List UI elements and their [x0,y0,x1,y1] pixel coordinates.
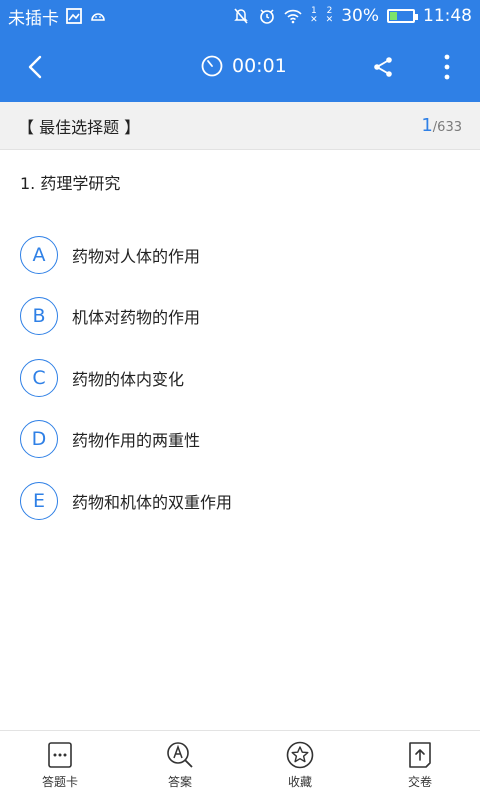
current-question-number: 1 [421,115,433,136]
question-counter: 1/633 [421,115,462,136]
sim1-signal-icon: 1 ✕ [310,6,318,25]
share-icon [374,57,392,77]
option-c[interactable]: C 药物的体内变化 [20,347,460,409]
share-button[interactable] [368,52,398,82]
carrier-text: 未插卡 [8,8,59,29]
answer-sheet-label: 答题卡 [41,775,78,789]
more-button[interactable] [434,52,460,82]
battery-percent: 30% [341,6,379,26]
question-text: 1. 药理学研究 [20,174,121,193]
alarm-icon [258,7,276,25]
star-icon [286,741,314,769]
option-d[interactable]: D 药物作用的两重性 [20,409,460,471]
option-a[interactable]: A 药物对人体的作用 [20,224,460,286]
option-letter: B [20,297,58,336]
timer-icon [201,55,223,77]
option-e[interactable]: E 药物和机体的双重作用 [20,470,460,532]
answer-sheet-icon [48,742,72,768]
section-title: 【 最佳选择题 】 [18,117,141,137]
option-letter: D [20,420,58,459]
status-bar: 未插卡 1 ✕ 2 ✕ 30% 11:48 [0,0,480,32]
back-icon [28,55,42,79]
battery-icon [387,9,418,23]
android-icon [89,7,107,25]
timer-text: 00:01 [232,55,287,77]
submit-label: 交卷 [407,775,432,789]
total-questions: /633 [432,120,462,135]
back-button[interactable] [20,52,50,82]
option-letter: E [20,481,58,520]
answer-button[interactable]: 答案 [120,731,240,800]
submit-icon [409,742,431,768]
option-text: 机体对药物的作用 [72,308,201,328]
answer-sheet-button[interactable]: 答题卡 [0,731,120,800]
answer-search-icon [167,742,193,768]
favorite-label: 收藏 [287,775,312,789]
wifi-icon [284,7,302,25]
option-text: 药物对人体的作用 [72,246,201,266]
section-header: 【 最佳选择题 】 1/633 [0,102,480,150]
sim2-signal-icon: 2 ✕ [325,6,334,25]
option-text: 药物作用的两重性 [72,431,201,451]
answer-label: 答案 [167,775,192,789]
option-list: A 药物对人体的作用 B 机体对药物的作用 C 药物的体内变化 D 药物作用的两… [20,224,460,532]
exam-timer: 00:01 [200,54,287,78]
mute-icon [232,7,250,25]
option-b[interactable]: B 机体对药物的作用 [20,286,460,348]
more-icon [444,54,450,80]
option-text: 药物和机体的双重作用 [72,492,233,512]
option-text: 药物的体内变化 [72,369,185,389]
clock: 11:48 [423,6,472,26]
battery-fill [390,12,397,20]
option-letter: A [20,235,58,274]
submit-button[interactable]: 交卷 [360,731,480,800]
bottom-toolbar: 答题卡 答案 收藏 交卷 [0,730,480,800]
app-bar: 00:01 [0,32,480,102]
image-icon [65,7,83,25]
option-letter: C [20,358,58,397]
favorite-button[interactable]: 收藏 [240,731,360,800]
